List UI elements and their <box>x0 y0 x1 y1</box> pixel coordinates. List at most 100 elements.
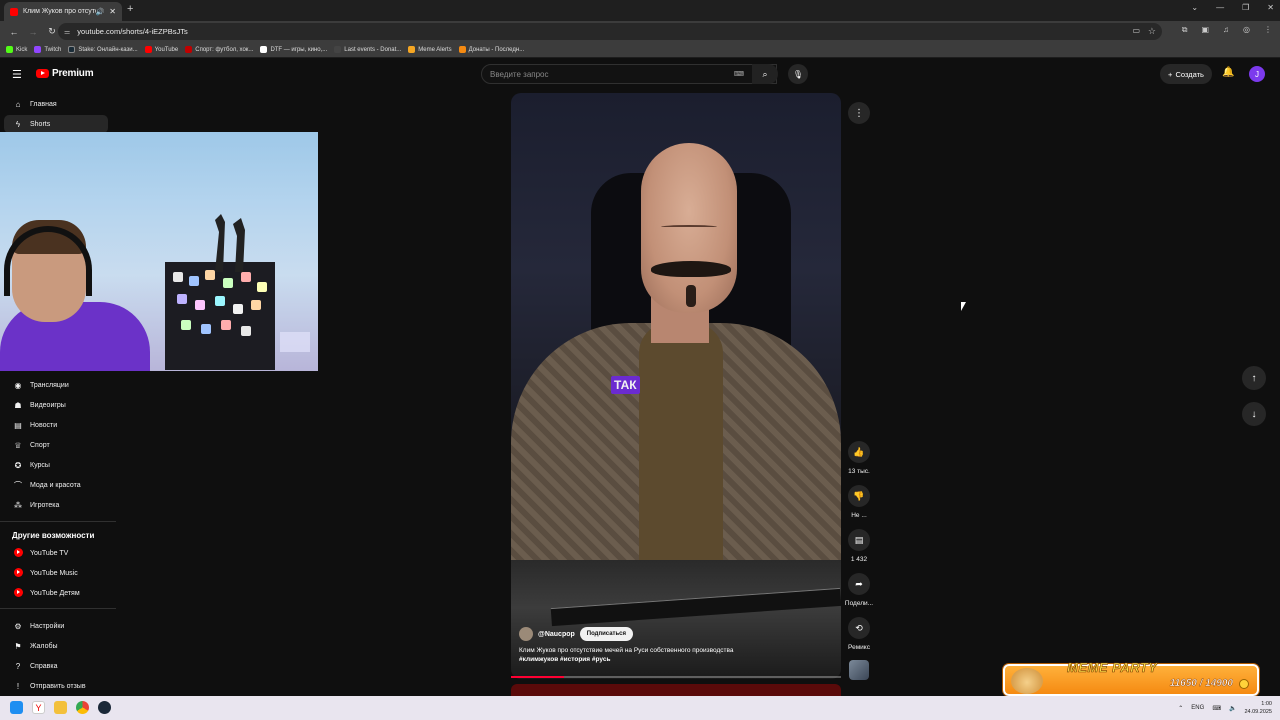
video-hashtags[interactable]: #климжуков #история #русь <box>519 656 819 663</box>
sidebar-item-gaming[interactable]: ☗ Видеоигры <box>4 396 108 414</box>
sound-thumbnail[interactable] <box>849 660 869 680</box>
speaker-icon[interactable]: 🔊 <box>96 8 105 16</box>
youtube-favicon-icon <box>10 7 18 16</box>
sidebar-item-feedback[interactable]: ! Отправить отзыв <box>4 677 108 695</box>
bookmark-stake[interactable]: Stake: Онлайн-кази... <box>68 46 138 53</box>
window-controls: ⌄ — ❐ ✕ <box>1191 3 1274 12</box>
url-text: youtube.com/shorts/4-iEZPBsJTs <box>77 27 188 36</box>
comments-action[interactable]: ▤ 1 432 <box>847 529 871 563</box>
bookmarks-bar: Kick Twitch Stake: Онлайн-кази... YouTub… <box>0 42 1280 58</box>
yandex-browser-icon[interactable]: Y <box>32 701 45 714</box>
sidebar-item-news[interactable]: ▤ Новости <box>4 416 108 434</box>
sidebar-item-report[interactable]: ⚑ Жалобы <box>4 637 108 655</box>
next-short-button[interactable]: ↓ <box>1242 402 1266 426</box>
reload-icon[interactable]: ↻ <box>47 26 57 37</box>
share-icon[interactable]: ➦ <box>848 573 870 595</box>
bookmark-kick[interactable]: Kick <box>6 46 27 53</box>
sidebar-item-courses[interactable]: ✪ Курсы <box>4 456 108 474</box>
channel-name[interactable]: @Naucpop <box>538 631 575 638</box>
like-action[interactable]: 👍 13 тыс. <box>847 441 871 475</box>
sidebar-item-live[interactable]: ◉ Трансляции <box>4 376 108 394</box>
profile-icon[interactable]: ◎ <box>1243 25 1250 35</box>
minimize-icon[interactable]: — <box>1216 3 1224 12</box>
file-explorer-icon[interactable] <box>54 701 67 714</box>
hamburger-menu-icon[interactable]: ☰ <box>12 68 22 81</box>
sidebar-item-playables[interactable]: ⁂ Игротека <box>4 496 108 514</box>
restore-icon[interactable]: ❐ <box>1242 3 1249 12</box>
next-video-preview[interactable] <box>511 684 841 696</box>
avatar[interactable]: J <box>1249 66 1265 82</box>
forward-icon[interactable]: → <box>28 27 38 37</box>
remix-icon[interactable]: ⟲ <box>848 617 870 639</box>
share-action[interactable]: ➦ Подели... <box>845 573 873 607</box>
previous-short-button[interactable]: ↑ <box>1242 366 1266 390</box>
video-progress-bar[interactable] <box>511 676 841 678</box>
notifications-bell-icon[interactable]: 🔔 <box>1222 67 1234 78</box>
menu-icon[interactable]: ⋮ <box>1264 25 1272 35</box>
windows-start-icon[interactable] <box>10 701 23 714</box>
language-indicator[interactable]: ENG <box>1191 705 1204 711</box>
extensions-icon[interactable]: ⧉ <box>1182 25 1188 35</box>
site-info-icon[interactable]: ⚌ <box>64 28 70 36</box>
tray-chevron-icon[interactable]: ⌃ <box>1178 705 1183 712</box>
steam-icon[interactable] <box>98 701 111 714</box>
search-input[interactable]: Введите запрос ⌨ <box>481 64 777 84</box>
sport-icon <box>185 46 193 53</box>
bookmark-twitch[interactable]: Twitch <box>34 46 61 53</box>
remix-action[interactable]: ⟲ Ремикс <box>847 617 871 651</box>
bookmark-youtube[interactable]: YouTube <box>144 46 178 53</box>
volume-icon[interactable]: 🔈 <box>1229 705 1236 712</box>
grid-icon: ⁂ <box>14 500 22 510</box>
browser-tab[interactable]: Клим Жуков про отсутстви 🔊 ✕ <box>4 2 122 21</box>
address-bar[interactable]: ⚌ youtube.com/shorts/4-iEZPBsJTs ▭ ☆ <box>58 23 1162 40</box>
thumbs-down-icon[interactable]: 👎 <box>848 485 870 507</box>
cast-icon[interactable]: ▭ <box>1132 26 1140 35</box>
close-window-icon[interactable]: ✕ <box>1267 3 1274 12</box>
video-more-button[interactable]: ⋮ <box>848 102 870 124</box>
sidebar-item-fashion[interactable]: ⌒ Мода и красота <box>4 476 108 494</box>
kick-icon <box>6 46 13 53</box>
bookmark-sport[interactable]: Спорт: футбол, хок... <box>185 46 253 53</box>
voice-search-button[interactable]: 🎙 <box>788 64 808 84</box>
chrome-icon[interactable] <box>76 701 89 714</box>
shorts-video-player[interactable] <box>511 93 841 679</box>
create-button[interactable]: + Создать <box>1160 64 1212 84</box>
search-icon: ⌕ <box>762 68 768 79</box>
tab-search-icon[interactable]: ⌄ <box>1191 3 1198 12</box>
dislike-action[interactable]: 👎 Не ... <box>847 485 871 519</box>
bookmark-donations[interactable]: Донаты - Последн... <box>458 46 524 53</box>
sidepanel-icon[interactable]: ▣ <box>1201 25 1209 35</box>
bookmark-donat[interactable]: Last events - Donat... <box>334 46 401 53</box>
bookmark-star-icon[interactable]: ☆ <box>1148 26 1156 37</box>
new-tab-button[interactable]: + <box>127 3 133 15</box>
sidebar-item-youtube-music[interactable]: YouTube Music <box>4 564 108 582</box>
channel-avatar[interactable] <box>519 627 533 641</box>
sidebar-item-settings[interactable]: ⚙ Настройки <box>4 617 108 635</box>
clock[interactable]: 1:00 24.09.2025 <box>1244 700 1272 716</box>
mouse-cursor-icon <box>961 302 966 311</box>
video-title[interactable]: Клим Жуков про отсутствие мечей на Руси … <box>519 646 819 656</box>
close-tab-icon[interactable]: ✕ <box>109 7 116 16</box>
sidebar-item-home[interactable]: ⌂ Главная <box>4 95 108 113</box>
shorts-icon: ϟ <box>15 119 21 129</box>
arrow-up-icon: ↑ <box>1251 372 1257 384</box>
network-icon[interactable]: ⌨ <box>1212 705 1221 712</box>
sidebar-divider <box>0 521 116 522</box>
dislike-label: Не ... <box>851 512 867 519</box>
media-icon[interactable]: ♫ <box>1223 25 1229 35</box>
video-progress-fill <box>511 676 564 678</box>
thumbs-up-icon[interactable]: 👍 <box>848 441 870 463</box>
back-icon[interactable]: ← <box>9 27 19 37</box>
search-button[interactable]: ⌕ <box>752 64 778 84</box>
sidebar-item-help[interactable]: ? Справка <box>4 657 108 675</box>
sidebar-item-shorts[interactable]: ϟ Shorts <box>4 115 108 133</box>
sidebar-item-sport[interactable]: ♕ Спорт <box>4 436 108 454</box>
comment-icon[interactable]: ▤ <box>848 529 870 551</box>
youtube-premium-logo[interactable]: Premium <box>36 68 94 79</box>
keyboard-icon[interactable]: ⌨ <box>734 70 744 78</box>
sidebar-item-youtube-tv[interactable]: YouTube TV <box>4 544 108 562</box>
bookmark-dtf[interactable]: DTF — игры, кино,... <box>260 46 327 53</box>
bookmark-meme-alerts[interactable]: Meme Alerts <box>408 46 452 53</box>
sidebar-item-youtube-kids[interactable]: YouTube Детям <box>4 584 108 602</box>
subscribe-button[interactable]: Подписаться <box>579 627 634 641</box>
